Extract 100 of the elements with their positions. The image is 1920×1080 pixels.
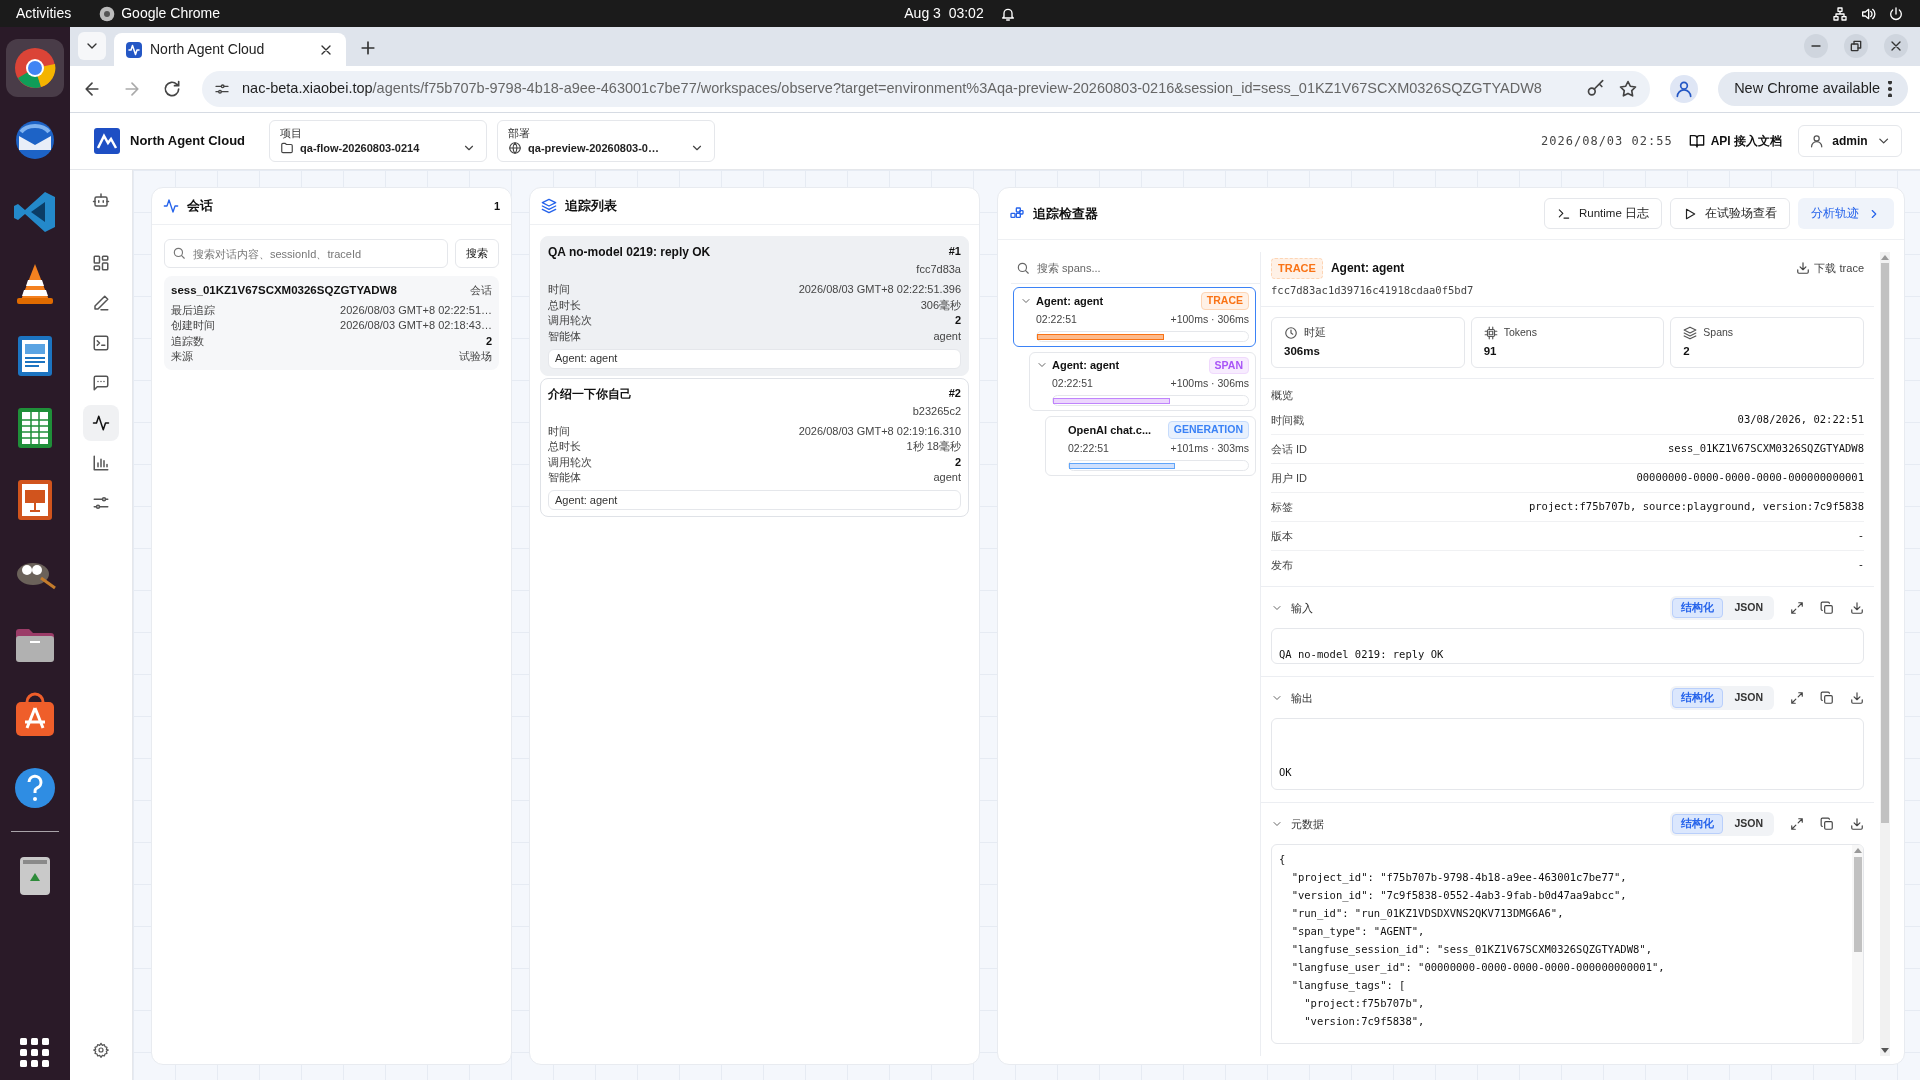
tab-search-button[interactable] (78, 32, 106, 60)
field-label: 时间戳 (1271, 412, 1304, 428)
search-button[interactable]: 搜索 (455, 239, 499, 268)
selector-field[interactable]: 项目 qa-flow-20260803-0214 (269, 120, 488, 162)
browser-tab[interactable]: North Agent Cloud (114, 33, 346, 66)
view-mode-tab[interactable]: JSON (1725, 813, 1772, 834)
view-mode-tab[interactable]: 结构化 (1672, 597, 1724, 618)
stat-value: 306ms (1284, 344, 1321, 359)
star-icon[interactable] (1618, 79, 1639, 99)
app-grid-icon[interactable] (20, 1038, 50, 1068)
action-button[interactable]: 在试验场查看 (1670, 198, 1790, 229)
expand-icon[interactable] (1790, 816, 1804, 831)
content-text: QA no-model 0219: reply OK (1279, 647, 1445, 662)
field-label: 创建时间 (171, 318, 215, 334)
trace-index: #2 (948, 385, 961, 401)
panel-title: 追踪列表 (565, 197, 618, 216)
stat-label: Spans (1703, 325, 1734, 341)
undefined (1688, 133, 1705, 149)
download-icon[interactable] (1850, 690, 1864, 705)
field-label: 追踪数 (171, 333, 204, 349)
user-menu[interactable]: admin (1798, 125, 1902, 157)
stat-value: 2 (1683, 344, 1691, 359)
layers-icon (1683, 326, 1698, 341)
code-line: "langfuse_session_id": "sess_01KZ1V67SCXM0326SQZGTYADW8", (1290, 941, 1653, 958)
session-card[interactable]: sess_01KZ1V67SCXM0326SQZGTYADW8 会话 最后追踪 2026/08/03 GMT+8 02:22:51… 创建时间 2026/08/03 GMT+8 02:18:43… 追踪数 2 来源 试验场 (164, 276, 499, 371)
field-value: 2 (954, 454, 961, 470)
search-icon (1016, 261, 1030, 275)
undefined (92, 494, 110, 512)
copy-icon[interactable] (1820, 690, 1834, 705)
span-type-tag: TRACE (1200, 292, 1249, 310)
restore-icon[interactable] (1844, 34, 1868, 58)
view-mode-tab[interactable]: 结构化 (1672, 687, 1724, 708)
span-type-tag: SPAN (1208, 356, 1249, 375)
field-label: 标签 (1271, 499, 1293, 515)
field-value: 1秒 18毫秒 (906, 439, 961, 454)
session-tag: 会话 (470, 282, 492, 299)
minimize-icon[interactable] (1804, 34, 1828, 58)
panel-title: 追踪检查器 (1033, 204, 1099, 223)
settings-icon[interactable] (93, 1042, 109, 1058)
app-menu[interactable]: Google Chrome (121, 3, 221, 24)
power-icon[interactable] (1888, 5, 1904, 22)
copy-icon[interactable] (1820, 600, 1834, 615)
code-line: "project_id": "f75b707b-9798-4b18-a9ee-463001c7be77", (1290, 869, 1628, 886)
copy-icon[interactable] (1820, 816, 1834, 831)
field-value: agent (933, 470, 961, 485)
docs-link[interactable]: API 接入文档 (1688, 132, 1782, 150)
expand-icon[interactable] (1790, 600, 1804, 615)
span-name: OpenAI chat.c... (1068, 422, 1153, 438)
stat-label: 时延 (1304, 325, 1326, 341)
nav-item[interactable] (83, 405, 119, 441)
action-button[interactable]: Runtime 日志 (1543, 198, 1662, 229)
span-item[interactable]: Agent: agent TRACE 02:22:51 +100ms · 306ms (1013, 287, 1256, 347)
stat-label: Tokens (1503, 325, 1537, 341)
close-icon[interactable] (1884, 34, 1908, 58)
scrollbar[interactable] (1880, 252, 1890, 1056)
undefined (92, 414, 110, 432)
field-value: project:f75b707b, source:playground, version:7c9f5838 (1528, 498, 1864, 514)
undefined (1556, 206, 1571, 221)
trace-card[interactable]: QA no-model 0219: reply OK #1 fcc7d83a 时间 2026/08/03 GMT+8 02:22:51.396 总时长 306毫秒 调用轮次 2 智能体 agent Agent: agent (540, 236, 969, 376)
view-mode-tab[interactable]: 结构化 (1672, 813, 1724, 834)
trace-title: 介绍一下你自己 (548, 385, 632, 403)
view-mode-tab[interactable]: JSON (1725, 597, 1772, 618)
field-label: 调用轮次 (548, 313, 592, 328)
scrollbar[interactable] (1852, 844, 1863, 1043)
trace-card[interactable]: 介绍一下你自己 #2 b23265c2 时间 2026/08/03 GMT+8 02:19:16.310 总时长 1秒 18毫秒 调用轮次 2 智能体 agent Agent: agent (540, 377, 969, 517)
span-item[interactable]: OpenAI chat.c... GENERATION 02:22:51 +101ms · 303ms (1045, 416, 1256, 476)
address-bar[interactable]: nac-beta.xiaobei.top/agents/f75b707b-9798-4b18-a9ee-463001c7be77/workspaces/observe?target=environment%3Aqa-preview-20260803-0216&session_id=sess_01KZ1V67SCXM0326SQZGTYADW8 (202, 71, 1651, 107)
undefined (92, 454, 110, 472)
trace-title: QA no-model 0219: reply OK (548, 244, 711, 261)
selector-field[interactable]: 部署 qa-preview-20260803-0… (497, 120, 716, 162)
download-icon[interactable] (1850, 816, 1864, 831)
profile-button[interactable] (1670, 75, 1699, 103)
logo-icon (94, 128, 120, 154)
search-icon (172, 246, 186, 260)
span-time: 02:22:51 (1052, 376, 1093, 392)
download-icon[interactable] (1850, 600, 1864, 615)
trace-title: Agent: agent (1330, 260, 1406, 278)
activities-button[interactable]: Activities (16, 3, 72, 24)
code-line: "langfuse_user_id": "00000000-0000-0000-0000-000000000001", (1290, 959, 1666, 976)
reload-icon[interactable] (162, 79, 182, 99)
span-type-tag: GENERATION (1167, 421, 1249, 439)
span-item[interactable]: Agent: agent SPAN 02:22:51 +100ms · 306ms (1029, 351, 1256, 411)
field-value: 2026/08/03 GMT+8 02:22:51.396 (798, 282, 961, 297)
update-button[interactable]: New Chrome available (1718, 72, 1908, 106)
more-icon[interactable] (1888, 81, 1892, 97)
field-label: 智能体 (548, 328, 581, 344)
span-search-field[interactable]: 搜索 spans... (1011, 252, 1260, 284)
action-button[interactable]: 分析轨迹 (1798, 198, 1894, 229)
field-label: 会话 ID (1271, 441, 1308, 457)
clock[interactable]: Aug 3 03:02 (904, 3, 984, 24)
field-value: 03/08/2026, 02:22:51 (1737, 411, 1864, 427)
undefined (1796, 261, 1811, 276)
activity-icon (163, 198, 179, 214)
expand-icon[interactable] (1790, 690, 1804, 705)
network-icon[interactable] (1832, 5, 1848, 22)
view-mode-tab[interactable]: JSON (1725, 687, 1772, 708)
download-trace-button[interactable]: 下载 trace (1796, 260, 1864, 277)
search-field[interactable]: 搜索对话内容、sessionId、traceId (164, 239, 448, 268)
app-icon (99, 5, 116, 22)
dock-app-icon[interactable] (6, 39, 64, 97)
